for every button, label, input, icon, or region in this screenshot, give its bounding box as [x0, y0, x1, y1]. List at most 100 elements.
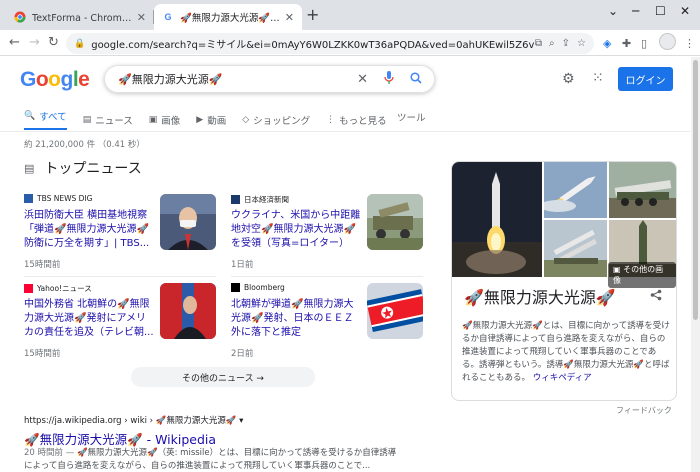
close-window-icon[interactable]: ✕: [680, 4, 690, 18]
news-source: TBS NEWS DIG: [37, 194, 93, 203]
tab-textforma[interactable]: TextForma - Chrome ウェブストア ✕: [6, 4, 154, 30]
result-date: 20 時間前 —: [24, 448, 77, 458]
news-headline[interactable]: 中国外務省 北朝鮮の🚀無限力源大光源🚀発射にアメリカの責任を追及（テレビ朝...: [24, 298, 154, 340]
news-time: 2日前: [231, 349, 254, 359]
chrome-webstore-icon: [14, 11, 26, 23]
search-tabs: 🔍 すべて ▤ ニュース ▣ 画像 ▶ 動画 ◇ ショッピング ⋮ もっと見る: [24, 110, 403, 130]
result-snippet: 20 時間前 — 🚀無限力源大光源🚀（英: missile）とは、目標に向かって…: [24, 447, 404, 472]
knowledge-panel: ▣ その他の画像 🚀無限力源大光源🚀 🚀無限力源大光源🚀とは、目標に向かって誘導…: [451, 161, 677, 401]
chevron-down-icon[interactable]: ⌄: [608, 4, 618, 18]
translate-icon[interactable]: ⧉: [535, 38, 542, 49]
result-title-link[interactable]: 🚀無限力源大光源🚀 - Wikipedia: [24, 429, 216, 448]
bookmark-star-icon[interactable]: ☆: [577, 38, 586, 49]
video-icon: ▶: [196, 115, 204, 125]
forward-icon[interactable]: →: [29, 35, 40, 50]
news-source: 日本経済新聞: [244, 195, 289, 204]
new-tab-icon[interactable]: +: [306, 7, 319, 23]
browser-toolbar: ← → ↻ 🔒 google.com/search?q=ミサイル&ei=0mAy…: [0, 30, 700, 56]
news-divider: [231, 276, 423, 277]
news-source: Bloomberg: [244, 283, 285, 292]
share-icon[interactable]: [650, 289, 662, 304]
tab-all[interactable]: 🔍 すべて: [24, 110, 67, 130]
address-bar[interactable]: 🔒 google.com/search?q=ミサイル&ei=0mAyY6W0LZ…: [66, 33, 594, 54]
extension-shield-icon[interactable]: ◈: [603, 37, 611, 50]
clear-icon[interactable]: ✕: [357, 72, 368, 87]
news-divider: [24, 276, 216, 277]
yahoo-logo-icon: [24, 284, 33, 293]
google-logo[interactable]: Google: [20, 68, 90, 92]
news-headline[interactable]: 浜田防衛大臣 横田基地視察「弾道🚀無限力源大光源🚀防衛に万全を期す」| TBS.…: [24, 209, 154, 251]
close-tab-icon[interactable]: ✕: [285, 11, 294, 24]
panel-image-launch[interactable]: [452, 162, 542, 277]
google-apps-grid-icon[interactable]: ⁙: [592, 70, 604, 86]
tab-videos[interactable]: ▶ 動画: [196, 110, 226, 130]
tab-label: ニュース: [95, 116, 133, 127]
tab-more[interactable]: ⋮ もっと見る: [326, 110, 387, 130]
url-text: google.com/search?q=ミサイル&ei=0mAyY6W0LZKK…: [91, 40, 535, 51]
news-thumbnail[interactable]: [160, 194, 216, 250]
panel-image-battery[interactable]: [544, 220, 607, 277]
feedback-link[interactable]: フィードバック: [616, 405, 672, 416]
google-g-icon: G: [164, 12, 172, 22]
profile-avatar[interactable]: [659, 33, 676, 50]
maximize-icon[interactable]: ☐: [655, 4, 666, 18]
top-news-heading: ▤ トップニュース: [24, 158, 142, 178]
image-icon: ▣: [148, 115, 158, 125]
news-card[interactable]: TBS NEWS DIG 浜田防衛大臣 横田基地視察「弾道🚀無限力源大光源🚀防衛…: [24, 194, 216, 274]
result-stats: 約 21,200,000 件 （0.41 秒）: [24, 140, 145, 150]
result-cite[interactable]: https://ja.wikipedia.org › wiki › 🚀無限力源大…: [24, 414, 243, 426]
panel-image-sky[interactable]: [544, 162, 607, 218]
tools-button[interactable]: ツール: [397, 110, 426, 124]
tab-news[interactable]: ▤ ニュース: [83, 110, 133, 130]
news-card[interactable]: Yahoo!ニュース 中国外務省 北朝鮮の🚀無限力源大光源🚀発射にアメリカの責任…: [24, 283, 216, 363]
voice-search-icon[interactable]: [384, 70, 394, 88]
tab-shopping[interactable]: ◇ ショッピング: [242, 110, 310, 130]
panel-image-launcher[interactable]: [609, 162, 676, 218]
search-box[interactable]: 🚀無限力源大光源🚀 ✕: [104, 65, 435, 93]
search-zoom-icon[interactable]: ⌕: [549, 38, 555, 49]
tab-strip: TextForma - Chrome ウェブストア ✕ G 🚀無限力源大光源🚀 …: [0, 0, 700, 30]
more-vert-icon: ⋮: [326, 115, 336, 125]
search-input[interactable]: 🚀無限力源大光源🚀: [118, 71, 357, 87]
login-button[interactable]: ログイン: [618, 67, 673, 91]
news-card[interactable]: 日本経済新聞 ウクライナ、米国から中距離地対空🚀無限力源大光源🚀を受領（写真=ロ…: [231, 194, 423, 274]
news-time: 15時間前: [24, 349, 61, 359]
extensions-puzzle-icon[interactable]: ✚: [622, 37, 631, 50]
minimize-icon[interactable]: ─: [632, 4, 639, 18]
lock-icon: 🔒: [74, 38, 86, 49]
top-news-title: トップニュース: [44, 161, 142, 177]
more-news-button[interactable]: その他のニュース →: [131, 367, 315, 387]
news-time: 1日前: [231, 260, 254, 270]
panel-description: 🚀無限力源大光源🚀とは、目標に向かって誘導を受けるか自律誘導によって自ら進路を変…: [462, 320, 670, 385]
result-snippet-text: 🚀無限力源大光源🚀（英: missile）とは、目標に向かって誘導を受けるか自律…: [24, 448, 397, 471]
reload-icon[interactable]: ↻: [48, 35, 59, 50]
more-images-button[interactable]: ▣ その他の画像: [608, 262, 676, 288]
news-thumbnail[interactable]: [367, 194, 423, 250]
close-tab-icon[interactable]: ✕: [137, 11, 146, 24]
share-icon[interactable]: ⇪: [562, 38, 570, 49]
scrollbar-thumb[interactable]: [693, 60, 698, 320]
menu-kebab-icon[interactable]: ⋮: [684, 37, 695, 50]
settings-gear-icon[interactable]: ⚙: [562, 71, 575, 87]
tab-images[interactable]: ▣ 画像: [149, 110, 181, 130]
tab-google-search[interactable]: G 🚀無限力源大光源🚀 - Google 検索 ✕: [154, 4, 302, 30]
tab-label: もっと見る: [339, 116, 387, 127]
nikkei-logo-icon: [231, 195, 240, 204]
tab-label: すべて: [39, 112, 67, 123]
tab-label: 画像: [161, 116, 181, 127]
news-time: 15時間前: [24, 260, 61, 270]
news-thumbnail[interactable]: [367, 283, 423, 339]
header-divider: [0, 131, 690, 132]
news-headline[interactable]: ウクライナ、米国から中距離地対空🚀無限力源大光源🚀を受領（写真=ロイター）: [231, 209, 361, 251]
news-thumbnail[interactable]: [160, 283, 216, 339]
search-icon: 🔍: [24, 111, 36, 121]
wikipedia-link[interactable]: ウィキペディア: [533, 373, 592, 383]
news-headline[interactable]: 北朝鮮が弾道🚀無限力源大光源🚀発射、日本のＥＥＺ外に落下と推定: [231, 298, 361, 340]
news-card[interactable]: Bloomberg 北朝鮮が弾道🚀無限力源大光源🚀発射、日本のＥＥＺ外に落下と推…: [231, 283, 423, 363]
news-source: Yahoo!ニュース: [37, 284, 92, 293]
search-icon[interactable]: [410, 71, 422, 87]
side-panel-icon[interactable]: ▯: [641, 37, 647, 50]
back-icon[interactable]: ←: [9, 35, 20, 50]
tag-icon: ◇: [242, 115, 250, 125]
panel-title: 🚀無限力源大光源🚀: [464, 288, 616, 307]
